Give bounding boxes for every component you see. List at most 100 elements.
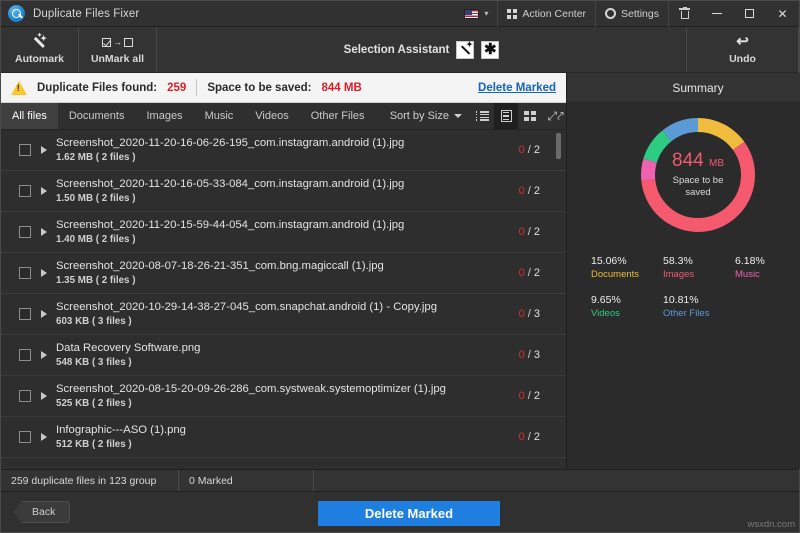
- chevron-right-icon[interactable]: [41, 187, 47, 195]
- scrollbar-thumb[interactable]: [556, 133, 561, 159]
- chevron-right-icon[interactable]: [41, 310, 47, 318]
- tab-images[interactable]: Images: [135, 103, 193, 129]
- marked-count: 0 / 2: [518, 185, 540, 197]
- content-area: Duplicate Files found: 259 Space to be s…: [1, 73, 800, 469]
- action-center-icon: [507, 8, 518, 19]
- selection-assistant-star-button[interactable]: ✱: [481, 40, 500, 59]
- magnifier-logo-icon: [8, 5, 25, 22]
- row-checkbox[interactable]: [19, 226, 31, 238]
- duplicate-file-list[interactable]: Screenshot_2020-11-20-16-06-26-195_com.i…: [1, 130, 566, 469]
- file-info: Screenshot_2020-11-20-16-05-33-084_com.i…: [56, 178, 519, 204]
- chevron-right-icon[interactable]: [41, 351, 47, 359]
- detail-view-button[interactable]: [494, 103, 518, 129]
- language-selector[interactable]: ▾: [455, 1, 497, 27]
- selection-assistant-wand-button[interactable]: ✦: [456, 40, 475, 59]
- star-asterisk-icon: ✱: [484, 41, 497, 58]
- automark-label: Automark: [14, 53, 64, 65]
- row-checkbox[interactable]: [19, 144, 31, 156]
- chevron-right-icon[interactable]: [41, 433, 47, 441]
- chevron-right-icon[interactable]: [41, 269, 47, 277]
- legend-label: Videos: [591, 308, 620, 319]
- row-checkbox[interactable]: [19, 390, 31, 402]
- status-marked: 0 Marked: [179, 470, 314, 491]
- tab-other-files[interactable]: Other Files: [300, 103, 376, 129]
- list-view-button[interactable]: [470, 103, 494, 129]
- tab-all-files[interactable]: All files: [1, 103, 58, 129]
- table-row[interactable]: Screenshot_2020-11-20-16-06-26-195_com.i…: [1, 130, 566, 171]
- table-row[interactable]: Screenshot_2020-08-07-18-26-21-351_com.b…: [1, 253, 566, 294]
- chevron-down-icon: [454, 114, 462, 118]
- close-icon: ✕: [777, 6, 788, 21]
- file-meta: 525 KB ( 2 files ): [56, 398, 132, 409]
- row-checkbox[interactable]: [19, 431, 31, 443]
- legend-row: 15.06% Documents 58.3% Images 6.18% Musi…: [591, 255, 800, 280]
- expand-arrows-icon: ⤢⤤: [547, 108, 564, 123]
- tab-videos[interactable]: Videos: [244, 103, 299, 129]
- file-info: Screenshot_2020-08-07-18-26-21-351_com.b…: [56, 260, 519, 286]
- back-button[interactable]: Back: [13, 501, 71, 523]
- file-info: Screenshot_2020-11-20-15-59-44-054_com.i…: [56, 219, 519, 245]
- title-bar-left: Duplicate Files Fixer: [1, 5, 455, 22]
- row-checkbox[interactable]: [19, 308, 31, 320]
- donut-chart: 844 MB Space to be saved: [634, 111, 762, 239]
- row-checkbox[interactable]: [19, 185, 31, 197]
- delete-marked-button[interactable]: Delete Marked: [318, 501, 500, 526]
- legend-label: Other Files: [663, 308, 710, 319]
- minimize-icon: [711, 13, 722, 14]
- file-name: Data Recovery Software.png: [56, 342, 201, 354]
- legend-item-videos: 9.65% Videos: [591, 294, 663, 319]
- automark-button[interactable]: ✦ ✦ Automark: [1, 27, 79, 72]
- recycle-bin-button[interactable]: [669, 1, 700, 27]
- chevron-right-icon[interactable]: [41, 228, 47, 236]
- main-toolbar: ✦ ✦ Automark → UnMark all Selection Assis…: [1, 27, 799, 73]
- grid-view-button[interactable]: [518, 103, 542, 129]
- action-center-button[interactable]: Action Center: [498, 1, 595, 27]
- maximize-button[interactable]: [733, 1, 766, 27]
- detail-view-icon: [500, 110, 512, 122]
- unmark-all-button[interactable]: → UnMark all: [79, 27, 157, 72]
- expand-view-button[interactable]: ⤢⤤: [542, 103, 566, 129]
- chevron-right-icon[interactable]: [41, 146, 47, 154]
- selection-assistant-group: Selection Assistant ✦ ✱: [157, 27, 687, 72]
- table-row[interactable]: Screenshot_2020-08-15-20-09-26-286_com.s…: [1, 376, 566, 417]
- row-checkbox[interactable]: [19, 267, 31, 279]
- tab-music[interactable]: Music: [194, 103, 245, 129]
- file-name: Infographic---ASO (1).png: [56, 424, 186, 436]
- space-saved-value: 844 MB: [321, 81, 362, 94]
- watermark: wsxdn.com: [747, 519, 795, 530]
- chevron-right-icon[interactable]: [41, 392, 47, 400]
- file-meta: 1.50 MB ( 2 files ): [56, 193, 136, 204]
- close-button[interactable]: ✕: [766, 1, 799, 27]
- app-title: Duplicate Files Fixer: [33, 7, 140, 20]
- legend-percent: 58.3%: [663, 255, 693, 267]
- chart-legend: 15.06% Documents 58.3% Images 6.18% Musi…: [567, 239, 800, 333]
- marked-count: 0 / 3: [518, 308, 540, 320]
- sort-dropdown[interactable]: Sort by Size: [382, 103, 470, 129]
- file-info: Data Recovery Software.png 548 KB ( 3 fi…: [56, 342, 519, 368]
- tab-documents[interactable]: Documents: [58, 103, 136, 129]
- file-info: Screenshot_2020-10-29-14-38-27-045_com.s…: [56, 301, 519, 327]
- legend-label: Images: [663, 269, 695, 280]
- table-row[interactable]: Screenshot_2020-10-29-14-38-27-045_com.s…: [1, 294, 566, 335]
- minimize-button[interactable]: [700, 1, 733, 27]
- footer-bar: Back Delete Marked wsxdn.com: [1, 492, 799, 532]
- undo-label: Undo: [729, 53, 756, 65]
- marked-count: 0 / 3: [518, 349, 540, 361]
- list-scrollbar[interactable]: [556, 130, 561, 469]
- title-bar-right: ▾ Action Center Settings ✕: [455, 0, 799, 27]
- table-row[interactable]: Infographic---ASO (1).png 512 KB ( 2 fil…: [1, 417, 566, 458]
- marked-count: 0 / 2: [518, 431, 540, 443]
- legend-row: 9.65% Videos 10.81% Other Files: [591, 294, 800, 319]
- filter-tab-bar: All files Documents Images Music Videos …: [1, 103, 566, 130]
- table-row[interactable]: Data Recovery Software.png 548 KB ( 3 fi…: [1, 335, 566, 376]
- settings-button[interactable]: Settings: [596, 1, 668, 27]
- gear-icon: [605, 8, 617, 19]
- action-center-label: Action Center: [522, 7, 587, 20]
- undo-button[interactable]: ↩ Undo: [687, 27, 799, 72]
- row-checkbox[interactable]: [19, 349, 31, 361]
- chevron-down-icon: ▾: [484, 9, 489, 18]
- table-row[interactable]: Screenshot_2020-11-20-15-59-44-054_com.i…: [1, 212, 566, 253]
- table-row[interactable]: Screenshot_2020-11-20-16-05-33-084_com.i…: [1, 171, 566, 212]
- marked-count: 0 / 2: [518, 267, 540, 279]
- delete-marked-link[interactable]: Delete Marked: [478, 82, 556, 94]
